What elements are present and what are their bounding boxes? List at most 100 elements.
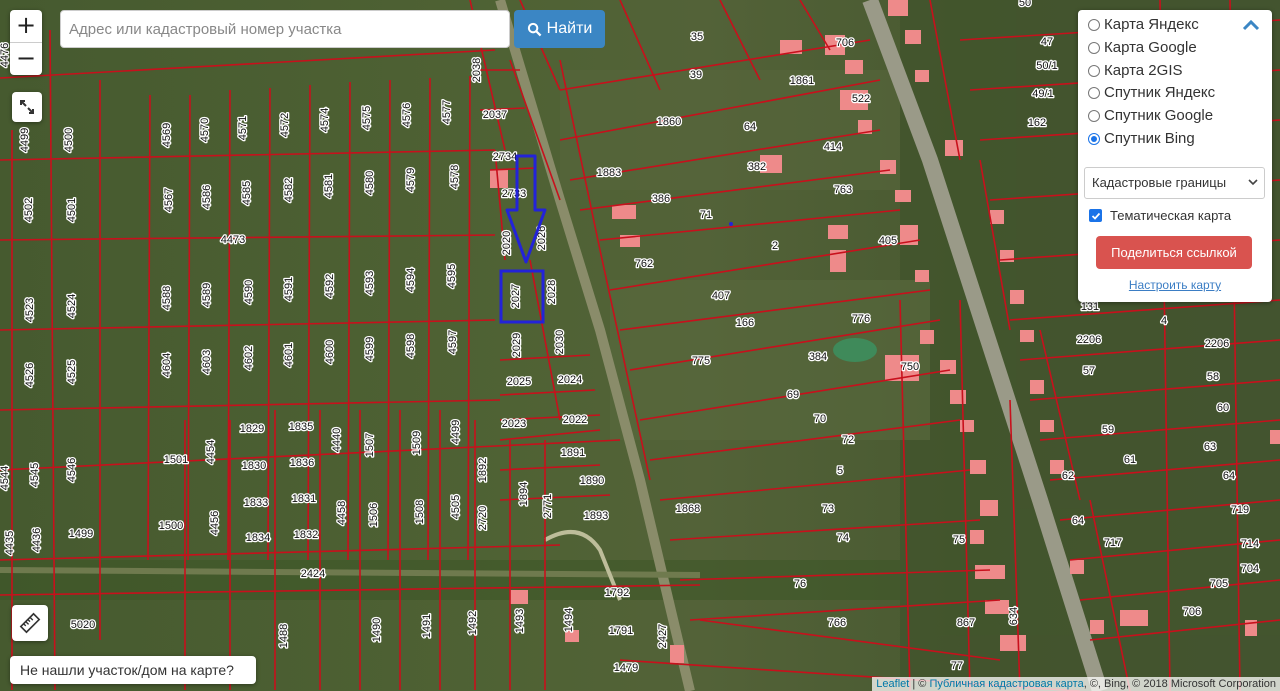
parcel-label: 2022 (563, 414, 587, 426)
layer-option-google-map[interactable]: Карта Google (1088, 39, 1197, 56)
roof (1000, 635, 1026, 651)
layer-option-2gis-map[interactable]: Карта 2GIS (1088, 62, 1183, 79)
layer-option-bing-satellite[interactable]: Спутник Bing (1088, 130, 1195, 147)
parcel-label: 1835 (289, 421, 313, 433)
layer-option-google-satellite[interactable]: Спутник Google (1088, 107, 1213, 124)
parcel-label: 1892 (477, 458, 489, 482)
roof (905, 30, 921, 44)
map-attribution: Leaflet | © Публичная кадастровая карта,… (872, 677, 1280, 691)
parcel-label: 4601 (283, 343, 295, 367)
parcel-label: 64 (744, 121, 756, 133)
measure-button[interactable] (12, 605, 48, 641)
search-button-label: Найти (546, 20, 593, 37)
roof (975, 565, 1005, 579)
parcel-label: 4586 (201, 185, 213, 209)
parcel-label: 407 (712, 290, 730, 302)
parcel-label: 1829 (240, 423, 264, 435)
parcel-label: 1494 (563, 608, 575, 632)
search-button[interactable]: Найти (514, 10, 605, 48)
layers-panel: Карта Яндекс Карта Google Карта 2GIS Спу… (1078, 10, 1272, 302)
parcel-label: 4582 (283, 178, 295, 202)
parcel-label: 2038 (471, 58, 483, 82)
parcel-label: 2720 (477, 506, 489, 530)
parcel-label: 2030 (554, 330, 566, 354)
layer-option-label: Спутник Яндекс (1104, 84, 1216, 101)
chevron-up-icon[interactable] (1242, 18, 1260, 32)
parcel-label: 2 (772, 240, 778, 252)
roof (1010, 290, 1024, 304)
roof (1090, 620, 1104, 634)
roof (888, 0, 908, 16)
parcel-label: 1832 (294, 529, 318, 541)
parcel-label: 57 (1083, 365, 1095, 377)
parcel-label: 1479 (614, 662, 638, 674)
parcel-label: 64 (1223, 470, 1235, 482)
roof (1040, 420, 1054, 432)
parcel-label: 1492 (467, 611, 479, 635)
parcel-label: 1830 (242, 460, 266, 472)
parcel-label: 1831 (292, 493, 316, 505)
roof (1020, 330, 1034, 342)
parcel-label: 2029 (511, 333, 523, 357)
parcel-label: 4473 (221, 234, 245, 246)
cadastre-link[interactable]: Публичная кадастровая карта (929, 678, 1083, 690)
layer-option-yandex-map[interactable]: Карта Яндекс (1088, 16, 1199, 33)
parcel-label: 72 (842, 434, 854, 446)
fullscreen-button[interactable] (12, 92, 42, 122)
roof (1070, 560, 1084, 574)
roof (1270, 430, 1280, 444)
parcel-label: 2023 (502, 418, 526, 430)
overlay-select-value: Кадастровые границы (1092, 175, 1227, 190)
thematic-map-checkbox[interactable]: Тематическая карта (1089, 208, 1231, 223)
parcel-label: 776 (852, 313, 870, 325)
parcel-label: 4597 (447, 330, 459, 354)
parcel-label: 634 (1008, 607, 1020, 625)
parcel-label: 50 (1019, 0, 1031, 9)
leaflet-link[interactable]: Leaflet (876, 678, 909, 690)
parcel-label: 162 (1028, 117, 1046, 129)
parcel-label: 1508 (414, 500, 426, 524)
parcel-label: 2424 (301, 568, 325, 580)
layer-option-yandex-satellite[interactable]: Спутник Яндекс (1088, 84, 1215, 101)
roof (970, 530, 984, 544)
parcel-label: 2734 (493, 151, 517, 163)
parcel-label: 1868 (676, 503, 700, 515)
parcel-label: 4 (1161, 315, 1167, 327)
zoom-out-button[interactable]: − (10, 42, 42, 75)
parcel-label: 4580 (364, 171, 376, 195)
parcel-label: 1500 (159, 520, 183, 532)
parcel-label: 705 (1210, 578, 1228, 590)
parcel-label: 2206 (1205, 338, 1229, 350)
zoom-in-button[interactable]: + (10, 10, 42, 42)
roof (915, 270, 929, 282)
parcel-label: 2733 (502, 188, 526, 200)
not-found-button[interactable]: Не нашли участок/дом на карте? (10, 656, 256, 684)
parcel-label: 1890 (580, 475, 604, 487)
roof (920, 330, 934, 344)
parcel-label: 4456 (209, 511, 221, 535)
parcel-label: 4571 (237, 116, 249, 140)
parcel-label: 4440 (331, 428, 343, 452)
parcel-label: 1509 (411, 431, 423, 455)
parcel-label: 1860 (657, 116, 681, 128)
parcel-label: 2027 (510, 284, 522, 308)
parcel-label: 704 (1241, 563, 1259, 575)
parcel-label: 766 (828, 617, 846, 629)
parcel-label: 131 (1081, 301, 1099, 313)
parcel-label: 75 (953, 534, 965, 546)
configure-map-link[interactable]: Настроить карту (1078, 278, 1272, 292)
parcel-label: 4595 (446, 264, 458, 288)
parcel-label: 69 (787, 389, 799, 401)
parcel-label: 4576 (401, 103, 413, 127)
roof (970, 460, 986, 474)
share-link-button[interactable]: Поделиться ссылкой (1096, 236, 1252, 269)
parcel-label: 414 (824, 141, 842, 153)
parcel-label: 1507 (364, 433, 376, 457)
roof (612, 205, 636, 219)
parcel-label: 1792 (605, 587, 629, 599)
search-input[interactable] (60, 10, 510, 48)
overlay-select[interactable]: Кадастровые границы (1084, 167, 1265, 199)
parcel-label: 4574 (319, 108, 331, 132)
parcel-label: 706 (836, 37, 854, 49)
parcel-label: 4524 (66, 294, 78, 318)
